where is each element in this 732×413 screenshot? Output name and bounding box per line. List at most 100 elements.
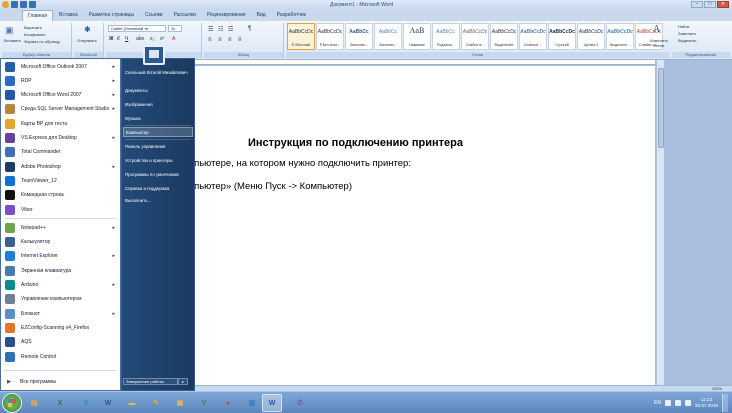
start-menu-devices-printers[interactable]: Устройства и принтеры: [123, 156, 193, 166]
excel-icon[interactable]: X: [50, 394, 70, 412]
start-menu-program[interactable]: Internet Explorer ▸: [1, 250, 120, 263]
viber-icon[interactable]: ✆: [290, 394, 310, 412]
font-family-select[interactable]: Calibri (Основной те: [108, 25, 166, 32]
word-icon[interactable]: W: [98, 394, 118, 412]
horizontal-ruler[interactable]: [195, 60, 655, 65]
format-painter-button[interactable]: Формат по образцу: [24, 39, 60, 44]
start-button[interactable]: [2, 393, 22, 413]
submenu-arrow-icon[interactable]: ▸: [112, 135, 115, 141]
clock[interactable]: 12:22 26.07.2018: [695, 397, 718, 409]
start-menu-program[interactable]: Notepad++ ▸: [1, 221, 120, 234]
user-name[interactable]: Скальный Віталій Михайлович: [123, 70, 193, 86]
bold-button[interactable]: Ж: [109, 36, 114, 42]
start-menu-program[interactable]: Карты ВР для теста: [1, 117, 120, 130]
style-tile[interactable]: AaBbCcDc Выделенн...: [606, 23, 634, 50]
start-menu-control-panel[interactable]: Панель управления: [123, 142, 193, 152]
start-menu-program[interactable]: TeamViewer_12: [1, 174, 120, 187]
start-menu-program[interactable]: Arduino ▸: [1, 279, 120, 292]
start-menu-program[interactable]: Экранная клавиатура: [1, 264, 120, 277]
remote-desktop-icon[interactable]: ▥: [242, 394, 262, 412]
submenu-arrow-icon[interactable]: ▸: [112, 64, 115, 70]
start-menu-program[interactable]: EZConfig-Scanning v4_Firefox: [1, 321, 120, 334]
justify-icon[interactable]: ≡: [238, 37, 242, 43]
tab-mailings[interactable]: Рассылки: [169, 10, 201, 21]
numbering-icon[interactable]: ☷: [218, 26, 223, 33]
tab-home[interactable]: Главная: [22, 10, 54, 21]
start-menu-program[interactable]: Viber: [1, 203, 120, 216]
copy-button[interactable]: Копировать: [24, 32, 46, 37]
start-menu-program[interactable]: Калькулятор: [1, 236, 120, 249]
start-menu-program[interactable]: VS Express для Desktop ▸: [1, 132, 120, 145]
tab-insert[interactable]: Вставка: [54, 10, 83, 21]
chrome-icon[interactable]: ●: [218, 394, 238, 412]
network-icon[interactable]: [665, 400, 671, 406]
submenu-arrow-icon[interactable]: ▸: [112, 164, 115, 170]
start-menu-program[interactable]: Microsoft Office Word 2007 ▸: [1, 89, 120, 102]
style-tile[interactable]: AaBbCcDc ¶ Обычный: [287, 23, 315, 50]
paste-button[interactable]: Вставить: [4, 38, 21, 43]
bluetooth-send-button[interactable]: Отправить: [77, 38, 97, 43]
cut-button[interactable]: Вырезать: [24, 25, 42, 30]
language-indicator[interactable]: EN: [654, 400, 661, 406]
show-marks-icon[interactable]: ¶: [248, 26, 251, 32]
select-button[interactable]: Выделить: [678, 38, 696, 43]
save-icon[interactable]: [11, 1, 18, 8]
show-desktop-button[interactable]: [722, 394, 728, 412]
document-page[interactable]: [195, 66, 655, 388]
vertical-scrollbar[interactable]: [656, 60, 664, 385]
start-menu-program[interactable]: Среда SQL Server Management Studio ▸: [1, 103, 120, 116]
tab-view[interactable]: Вид: [252, 10, 271, 21]
superscript-button[interactable]: x²: [160, 36, 164, 42]
bluetooth-icon[interactable]: ✱: [84, 25, 91, 34]
windows-explorer-icon[interactable]: ▤: [24, 394, 44, 412]
bullets-icon[interactable]: ☰: [208, 26, 213, 33]
start-menu-program[interactable]: RDP ▸: [1, 74, 120, 87]
style-tile[interactable]: AaBbCc Заголово...: [374, 23, 402, 50]
underline-button[interactable]: Ч: [125, 36, 128, 42]
shutdown-button[interactable]: Завершение работы: [123, 378, 178, 385]
folder-icon[interactable]: ▬: [122, 394, 142, 412]
align-center-icon[interactable]: ≡: [218, 37, 222, 43]
submenu-arrow-icon[interactable]: ▸: [112, 282, 115, 288]
vpn-icon[interactable]: V: [194, 394, 214, 412]
replace-button[interactable]: Заменить: [678, 31, 696, 36]
redo-icon[interactable]: [29, 1, 36, 8]
paste-icon[interactable]: ▣: [5, 25, 14, 36]
tab-developer[interactable]: Разработчик: [272, 10, 311, 21]
start-menu-music[interactable]: Музыка: [123, 114, 193, 124]
font-size-select[interactable]: 11: [168, 25, 182, 32]
office-button-icon[interactable]: [2, 1, 9, 8]
find-button[interactable]: Найти: [678, 24, 689, 29]
folder-icon[interactable]: ▣: [170, 394, 190, 412]
start-menu-documents[interactable]: Документы: [123, 86, 193, 96]
style-tile[interactable]: AaBbCcDc Сильное ...: [519, 23, 547, 50]
style-tile[interactable]: AaBbCc. Подзагол...: [432, 23, 460, 50]
start-menu-program[interactable]: AQS: [1, 336, 120, 349]
strikethrough-button[interactable]: abe: [136, 36, 144, 42]
start-menu-program[interactable]: Блокнот ▸: [1, 307, 120, 320]
style-tile[interactable]: AaBbCcDc Слабое в...: [461, 23, 489, 50]
shutdown-options-icon[interactable]: ▸: [178, 378, 188, 385]
style-tile[interactable]: AaB Название: [403, 23, 431, 50]
start-menu-program[interactable]: Remote Control: [1, 350, 120, 363]
volume-icon[interactable]: [675, 400, 681, 406]
submenu-arrow-icon[interactable]: ▸: [112, 225, 115, 231]
style-tile[interactable]: AaBbCcDc ¶ Без инте...: [316, 23, 344, 50]
all-programs-button[interactable]: ▶ Все программы: [0, 375, 119, 388]
subscript-button[interactable]: x₂: [150, 36, 154, 42]
scrollbar-thumb[interactable]: [658, 68, 664, 148]
maximize-button[interactable]: □: [704, 1, 716, 8]
user-picture[interactable]: [143, 45, 165, 65]
start-menu-computer[interactable]: Компьютер: [123, 127, 193, 137]
start-menu-program[interactable]: Adobe Photoshop ▸: [1, 160, 120, 173]
start-menu-program[interactable]: Total Commander: [1, 146, 120, 159]
paint-icon[interactable]: ✎: [146, 394, 166, 412]
start-menu-program[interactable]: Управление компьютером: [1, 293, 120, 306]
submenu-arrow-icon[interactable]: ▸: [112, 78, 115, 84]
change-styles-icon[interactable]: A: [653, 24, 660, 35]
minimize-button[interactable]: –: [691, 1, 703, 8]
flag-icon[interactable]: [685, 400, 691, 406]
start-menu-help[interactable]: Справка и поддержка: [123, 184, 193, 194]
start-menu-program[interactable]: Microsoft Office Outlook 2007 ▸: [1, 60, 120, 73]
submenu-arrow-icon[interactable]: ▸: [112, 106, 115, 112]
